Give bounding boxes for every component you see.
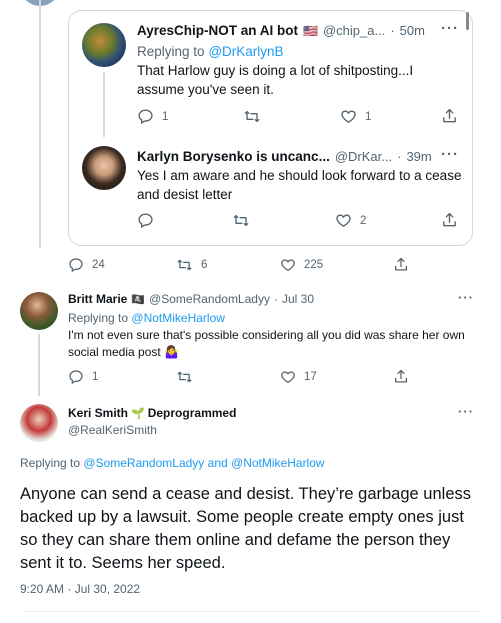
reply-count: 24 xyxy=(92,259,105,271)
retweet-count: 6 xyxy=(201,259,208,271)
share-button[interactable] xyxy=(441,107,458,125)
tweet-time[interactable]: Jul 30 xyxy=(282,292,314,306)
author-name[interactable]: Keri Smith xyxy=(68,406,128,420)
share-button[interactable] xyxy=(393,256,409,273)
like-button[interactable]: 2 xyxy=(335,212,366,229)
replying-to-link[interactable]: @DrKarlynB xyxy=(208,44,283,59)
retweet-button[interactable] xyxy=(232,212,258,229)
quoted-thread-line xyxy=(103,72,105,137)
share-icon xyxy=(395,369,407,383)
replying-prefix: Replying to xyxy=(20,456,81,470)
author-handle[interactable]: @RealKeriSmith xyxy=(68,423,157,437)
separator-dot: · xyxy=(273,292,278,306)
reply-button[interactable]: 24 xyxy=(68,257,105,273)
reply-button[interactable] xyxy=(137,212,162,229)
share-button[interactable] xyxy=(393,368,409,385)
reply-button[interactable]: 1 xyxy=(137,108,168,125)
share-icon xyxy=(395,257,407,271)
tweet-timestamp[interactable]: 9:20 AM · Jul 30, 2022 xyxy=(20,582,140,596)
share-button[interactable] xyxy=(441,211,458,229)
reply-icon xyxy=(69,370,83,385)
author-handle[interactable]: @chip_a... xyxy=(323,23,385,38)
retweet-icon xyxy=(233,214,249,227)
separator-dot: · xyxy=(397,149,402,164)
tweet-time[interactable]: 50m xyxy=(400,23,425,38)
more-icon[interactable]: ··· xyxy=(458,404,474,419)
name-emoji: 🏴‍☠️ xyxy=(131,293,146,306)
replying-prefix: Replying to xyxy=(68,311,129,325)
replying-to-link[interactable]: @SomeRandomLadyy xyxy=(83,456,204,470)
flag-emoji: 🇺🇸 xyxy=(303,23,318,38)
author-name[interactable]: AyresChip-NOT an AI bot xyxy=(137,23,298,38)
more-icon[interactable]: ··· xyxy=(441,20,459,37)
heart-icon xyxy=(281,259,295,272)
scrollbar[interactable] xyxy=(466,12,469,30)
like-count: 2 xyxy=(360,214,367,227)
retweet-button[interactable] xyxy=(176,369,201,385)
thread-line xyxy=(39,0,41,248)
like-button[interactable]: 17 xyxy=(280,369,317,385)
replying-and: and xyxy=(207,456,228,470)
retweet-button[interactable]: 6 xyxy=(176,257,207,273)
heart-icon xyxy=(341,110,356,123)
like-button[interactable]: 1 xyxy=(340,108,371,125)
reply-icon xyxy=(138,109,153,125)
divider xyxy=(20,611,480,612)
share-icon xyxy=(443,212,456,227)
author-name[interactable]: Britt Marie xyxy=(68,292,127,306)
like-count: 225 xyxy=(304,259,324,271)
heart-icon xyxy=(281,371,295,384)
reply-count: 1 xyxy=(162,110,169,123)
replying-to-link[interactable]: @NotMikeHarlow xyxy=(131,311,225,325)
author-name-suffix[interactable]: Deprogrammed xyxy=(148,406,237,420)
separator-dot: · xyxy=(390,23,395,38)
retweet-icon xyxy=(177,371,192,383)
more-icon[interactable]: ··· xyxy=(458,290,474,305)
retweet-icon xyxy=(177,259,192,271)
author-handle[interactable]: @SomeRandomLadyy xyxy=(149,292,270,306)
reply-count: 1 xyxy=(92,371,99,383)
reply-icon xyxy=(69,258,83,273)
tweet-time[interactable]: 39m xyxy=(406,149,431,164)
author-handle[interactable]: @DrKar... xyxy=(335,149,392,164)
tweet-text: Yes I am aware and he should look forwar… xyxy=(137,168,462,202)
avatar[interactable] xyxy=(82,23,126,67)
reply-button[interactable]: 1 xyxy=(68,369,98,385)
like-count: 1 xyxy=(365,110,372,123)
like-count: 17 xyxy=(304,371,317,383)
retweet-button[interactable] xyxy=(243,108,269,125)
thread-line xyxy=(38,334,40,396)
like-button[interactable]: 225 xyxy=(280,257,323,273)
author-name[interactable]: Karlyn Borysenko is uncanc... xyxy=(137,149,330,164)
retweet-icon xyxy=(244,110,260,123)
main-tweet-text: Anyone can send a cease and desist. They… xyxy=(20,485,471,572)
heart-icon xyxy=(336,214,351,227)
avatar[interactable] xyxy=(20,292,58,330)
tweet-text: That Harlow guy is doing a lot of shitpo… xyxy=(137,63,414,97)
share-icon xyxy=(443,108,456,123)
replying-to-link[interactable]: @NotMikeHarlow xyxy=(231,456,325,470)
reply-icon xyxy=(138,213,153,229)
avatar[interactable] xyxy=(20,404,58,442)
more-icon[interactable]: ··· xyxy=(441,146,459,163)
sprout-emoji: 🌱 xyxy=(131,407,145,420)
avatar[interactable] xyxy=(82,146,126,190)
tweet-text: I'm not even sure that's possible consid… xyxy=(68,328,465,359)
replying-prefix: Replying to xyxy=(137,44,205,59)
